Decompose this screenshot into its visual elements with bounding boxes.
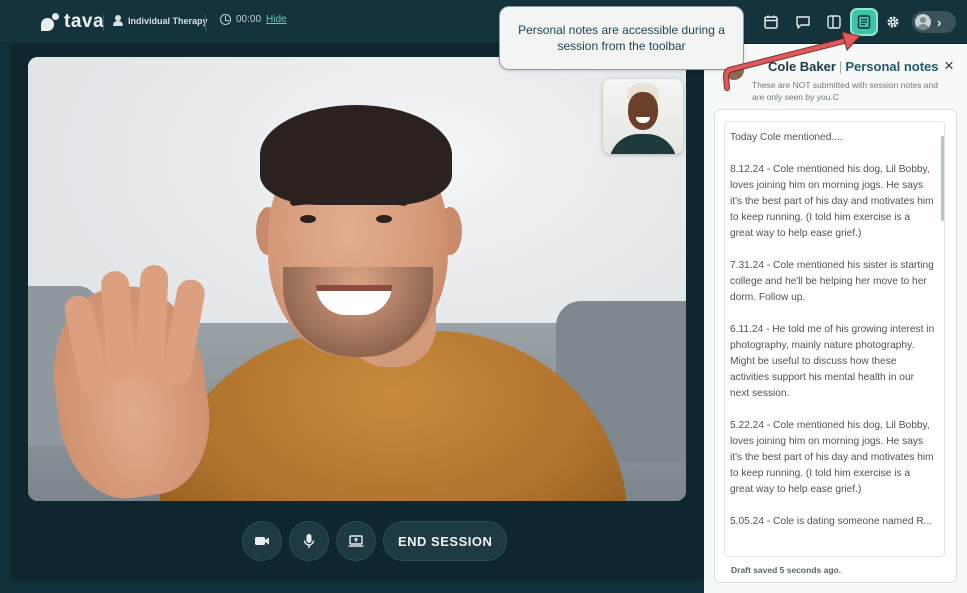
- screen-share-button[interactable]: [336, 521, 376, 561]
- clock-icon: [220, 14, 231, 25]
- profile-menu[interactable]: ›: [912, 11, 956, 33]
- panel-title-label: Personal notes: [845, 59, 939, 74]
- notes-textarea[interactable]: Today Cole mentioned.... 8.12.24 - Cole …: [724, 121, 945, 557]
- hide-timer-link[interactable]: Hide: [266, 14, 287, 25]
- call-controls: END SESSION: [242, 521, 508, 561]
- chat-button[interactable]: [791, 10, 815, 34]
- brand-name: tava: [64, 11, 105, 32]
- personal-notes-panel: Cole Baker | Personal notes These are NOT …: [704, 44, 967, 593]
- tava-logo-icon: [40, 12, 60, 32]
- chevron-right-icon: ›: [937, 14, 942, 30]
- camera-toggle-button[interactable]: [242, 521, 282, 561]
- draft-status: Draft saved 5 seconds ago.: [731, 565, 842, 575]
- note-entry: 5.22.24 - Cole mentioned his dog, Lil Bo…: [730, 420, 934, 495]
- video-camera-icon: [255, 537, 269, 545]
- video-stage: END SESSION: [10, 44, 704, 581]
- title-divider: |: [838, 59, 843, 74]
- avatar: [915, 14, 931, 30]
- note-entry: 7.31.24 - Cole mentioned his sister is s…: [730, 260, 934, 303]
- session-type-label: Individual Therapy: [128, 15, 208, 26]
- session-timer: 00:00 Hide: [220, 14, 287, 25]
- note-entry: 8.12.24 - Cole mentioned his dog, Lil Bo…: [730, 164, 934, 239]
- end-session-button[interactable]: END SESSION: [383, 521, 508, 561]
- notes-icon: [857, 15, 871, 29]
- sidebar-toggle-button[interactable]: [822, 10, 846, 34]
- settings-button[interactable]: [881, 10, 905, 34]
- tooltip-callout: Personal notes are accessible during a s…: [499, 6, 744, 70]
- gear-icon: [887, 16, 899, 28]
- person-icon: [113, 15, 123, 26]
- calendar-button[interactable]: [759, 10, 783, 34]
- panel-title: Cole Baker | Personal notes: [768, 59, 939, 74]
- notes-card: Today Cole mentioned.... 8.12.24 - Cole …: [714, 109, 957, 583]
- client-name: Cole Baker: [768, 59, 836, 74]
- note-entry: 6.11.24 - He told me of his growing inte…: [730, 324, 935, 399]
- calendar-icon: [764, 15, 778, 29]
- divider: [205, 14, 206, 31]
- brand-logo: tava: [40, 11, 104, 33]
- sidebar-icon: [827, 15, 841, 29]
- timer-value: 00:00: [236, 14, 262, 25]
- chat-icon: [796, 16, 810, 29]
- top-bar: tava Individual Therapy 00:00 Hide ›: [0, 0, 967, 44]
- panel-subtitle: These are NOT submitted with session not…: [752, 80, 938, 102]
- scrollbar-thumb[interactable]: [941, 136, 944, 221]
- client-video-feed: [28, 57, 686, 501]
- therapist-self-view[interactable]: [603, 79, 683, 154]
- microphone-toggle-button[interactable]: [289, 521, 329, 561]
- session-type: Individual Therapy: [113, 15, 208, 26]
- close-icon[interactable]: ×: [944, 57, 954, 74]
- callout-text: Personal notes are accessible during a s…: [518, 23, 725, 53]
- personal-notes-button[interactable]: [852, 10, 876, 34]
- note-entry: 5.05.24 - Cole is dating someone named R…: [730, 516, 933, 527]
- note-entry: Today Cole mentioned....: [730, 132, 843, 143]
- divider: [103, 14, 104, 31]
- microphone-icon: [303, 534, 315, 548]
- screen-share-icon: [348, 535, 364, 547]
